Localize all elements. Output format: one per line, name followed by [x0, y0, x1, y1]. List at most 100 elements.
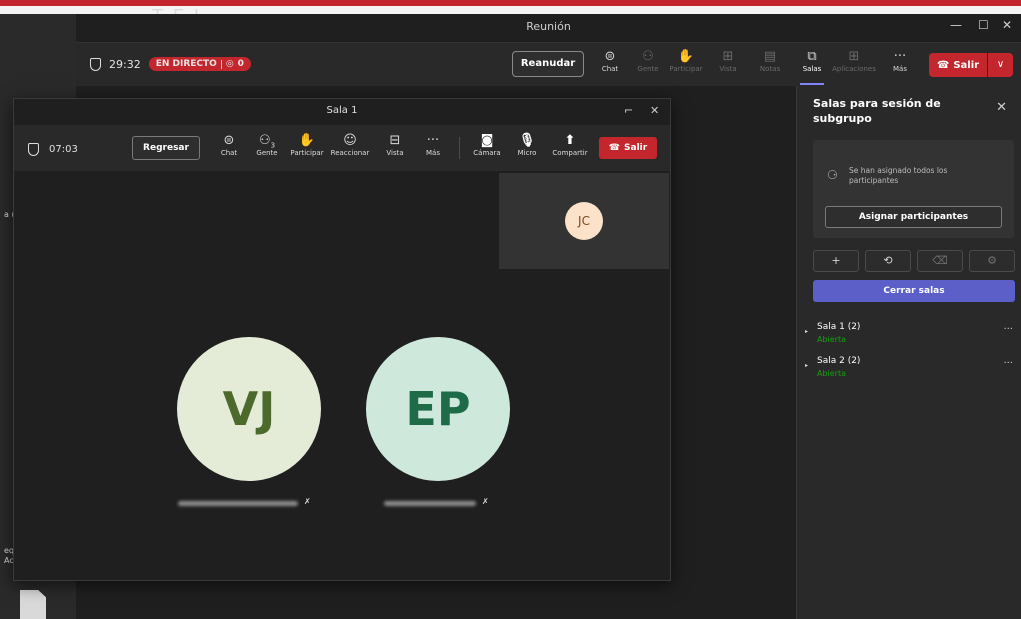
room-people-button[interactable]: ⚇3 Gente	[248, 133, 286, 157]
toolbar-label: Salas	[802, 65, 822, 73]
camera-button[interactable]: ◙ Cámara	[468, 133, 506, 157]
close-icon[interactable]: ✕	[996, 100, 1007, 115]
toolbar-chat-button[interactable]: ⊜ Chat	[592, 49, 628, 73]
room-list-item[interactable]: ▸ Sala 2 (2) Abierta ···	[805, 356, 1015, 382]
mic-off-icon: ✗	[482, 497, 489, 506]
mic-button[interactable]: 🎙 Micro	[508, 133, 546, 157]
toolbar-label: Gente	[637, 65, 659, 73]
meeting-titlebar: Reunión — ☐ ✕	[76, 14, 1021, 40]
toolbar-rooms-button[interactable]: ⧉ Salas	[794, 49, 830, 85]
room-more-icon[interactable]: ···	[1003, 358, 1013, 369]
room-view-button[interactable]: ⊟ Vista	[376, 133, 414, 157]
avatar[interactable]: EP	[366, 337, 510, 481]
breakout-rooms-panel: Salas para sesión de subgrupo ✕ ⚆ Se han…	[796, 86, 1021, 619]
video-stage: JC VJ ✗ EP ✗	[14, 171, 670, 580]
toolbar-label: Vista	[719, 65, 737, 73]
rooms-icon: ⧉	[807, 49, 817, 64]
toolbar-participate-button[interactable]: ✋ Participar	[668, 49, 704, 73]
toolbar-view-button[interactable]: ⊞ Vista	[710, 49, 746, 73]
phone-hangup-icon: ☎	[936, 59, 950, 71]
toolbar-label: Micro	[517, 149, 537, 157]
group-icon: ⚆	[827, 168, 838, 182]
room-leave-button[interactable]: ☎ Salir	[599, 137, 657, 159]
share-icon: ⬆	[564, 133, 576, 148]
toolbar-apps-button[interactable]: ⊞ Aplicaciones	[832, 49, 876, 73]
more-icon: ···	[426, 133, 440, 148]
view-icon: ⊟	[389, 133, 401, 148]
participant-tile[interactable]: JC	[499, 173, 669, 269]
reassign-icon: ⟲	[883, 254, 893, 267]
breakout-room-window: Sala 1 ⌐ ✕ 07:03 Regresar ⊜ Chat ⚇3 Gent…	[13, 98, 671, 581]
camera-off-icon: ◙	[480, 133, 494, 148]
room-settings-button[interactable]: ⚙	[969, 250, 1015, 272]
meeting-timer: 29:32	[109, 57, 141, 71]
raise-hand-icon: ✋	[298, 133, 316, 148]
room-titlebar: Sala 1 ⌐ ✕	[14, 99, 670, 123]
toolbar-label: Vista	[386, 149, 404, 157]
chevron-down-icon: ∨	[996, 59, 1005, 70]
resume-button[interactable]: Reanudar	[512, 51, 584, 77]
close-icon[interactable]: ✕	[1002, 18, 1012, 32]
room-title: Sala 1	[326, 105, 358, 116]
leave-button[interactable]: ☎ Salir	[929, 53, 987, 77]
minimize-icon[interactable]: —	[950, 18, 962, 32]
room-react-button[interactable]: ☺ Reaccionar	[328, 133, 372, 157]
leave-label: Salir	[624, 143, 648, 153]
popout-icon[interactable]: ⌐	[624, 104, 633, 117]
close-icon[interactable]: ✕	[650, 104, 659, 117]
room-participate-button[interactable]: ✋ Participar	[288, 133, 326, 157]
leave-options-dropdown[interactable]: ∨	[988, 53, 1013, 77]
avatar: JC	[565, 202, 603, 240]
toolbar-label: Aplicaciones	[832, 65, 876, 73]
toolbar-label: Gente	[256, 149, 278, 157]
live-badge: EN DIRECTO ◎ 0	[148, 57, 251, 71]
toolbar-more-button[interactable]: ··· Más	[882, 49, 918, 73]
toolbar-label: Cámara	[473, 149, 501, 157]
assignment-status-card: ⚆ Se han asignado todos los participante…	[813, 140, 1014, 238]
room-chat-button[interactable]: ⊜ Chat	[210, 133, 248, 157]
toolbar-divider	[459, 137, 460, 159]
reaction-icon: ☺	[343, 133, 357, 148]
room-list-item[interactable]: ▸ Sala 1 (2) Abierta ···	[805, 322, 1015, 348]
maximize-icon[interactable]: ☐	[978, 18, 989, 32]
room-toolbar: 07:03 Regresar ⊜ Chat ⚇3 Gente ✋ Partici…	[14, 125, 670, 171]
room-timer: 07:03	[49, 144, 78, 155]
add-room-button[interactable]: +	[813, 250, 859, 272]
toolbar-label: Notas	[759, 65, 781, 73]
delete-room-button[interactable]: ⌫	[917, 250, 963, 272]
chat-icon: ⊜	[604, 49, 616, 64]
expand-icon[interactable]: ▸	[805, 328, 808, 335]
toolbar-notes-button[interactable]: ▤ Notas	[752, 49, 788, 73]
toolbar-label: Participar	[669, 65, 703, 73]
room-more-button[interactable]: ··· Más	[414, 133, 452, 157]
people-icon-glyph: ⚇	[258, 133, 271, 148]
return-button[interactable]: Regresar	[132, 136, 200, 160]
toolbar-label: Chat	[220, 149, 238, 157]
meeting-title: Reunión	[526, 20, 571, 33]
plus-icon: +	[831, 254, 841, 267]
toolbar-label: Más	[893, 65, 907, 73]
toolbar-people-button[interactable]: ⚇ Gente	[630, 49, 666, 73]
room-more-icon[interactable]: ···	[1003, 324, 1013, 335]
shield-icon	[90, 57, 101, 71]
close-rooms-button[interactable]: Cerrar salas	[813, 280, 1015, 302]
toolbar-label: Reaccionar	[330, 149, 370, 157]
room-name: Sala 2 (2)	[817, 356, 861, 366]
share-button[interactable]: ⬆ Compartir	[548, 133, 592, 157]
toolbar-label: Participar	[290, 149, 324, 157]
trash-icon: ⌫	[932, 254, 948, 267]
mic-off-icon: 🎙	[518, 133, 536, 148]
avatar[interactable]: VJ	[177, 337, 321, 481]
viewers-count: 0	[237, 59, 244, 69]
reassign-button[interactable]: ⟲	[865, 250, 911, 272]
panel-title: Salas para sesión de subgrupo	[813, 97, 941, 125]
live-separator	[220, 59, 222, 69]
expand-icon[interactable]: ▸	[805, 362, 808, 369]
room-status: Abierta	[817, 369, 847, 378]
desktop-file-icon[interactable]	[20, 590, 46, 619]
room-name: Sala 1 (2)	[817, 322, 861, 332]
assign-participants-button[interactable]: Asignar participantes	[825, 206, 1002, 228]
people-icon: ⚇	[642, 49, 654, 64]
chat-icon: ⊜	[223, 133, 235, 148]
more-icon: ···	[893, 49, 907, 64]
